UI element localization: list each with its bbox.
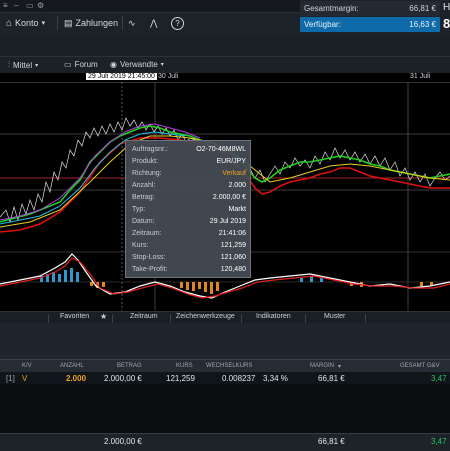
table-footer: 2.000,00 € 66,81 € 3,47 xyxy=(0,433,450,451)
tooltip-row-type: Typ: Markt xyxy=(132,206,246,213)
divider xyxy=(48,314,49,323)
divider xyxy=(122,16,123,30)
konto-label: Konto xyxy=(15,18,39,28)
sort-icon[interactable]: ▾ xyxy=(338,363,341,370)
forum-button[interactable]: ▭ Forum xyxy=(64,60,98,69)
chat-icon: ▭ xyxy=(64,60,72,69)
tooltip-row-quantity: Anzahl: 2.000 xyxy=(132,182,246,189)
divider xyxy=(305,314,306,323)
order-tooltip: Auftragsnr.: O2-70-46M8WL Produkt: EUR/JPY… xyxy=(125,140,251,278)
forum-label: Forum xyxy=(74,60,98,69)
chevron-down-icon: ▾ xyxy=(41,20,46,27)
zahlungen-button[interactable]: ▤ Zahlungen xyxy=(64,15,118,31)
row-exchange-rate: 0.008237 xyxy=(222,374,256,383)
crosshair-date: 29 Juli 2019 21:45:00 xyxy=(86,73,157,80)
tab-indikatoren[interactable]: Indikatoren xyxy=(256,313,291,320)
footer-margin: 66,81 € xyxy=(318,437,345,446)
header-betrag[interactable]: BETRAG xyxy=(117,363,142,369)
positions-table-header: K/V ANZAHL BETRAG KURS WECHSELKURS MARGI… xyxy=(0,359,450,373)
truncated-header-value: 8 xyxy=(443,16,450,31)
mittel-dropdown[interactable]: ⫶ Mittel ▾ xyxy=(8,60,38,70)
top-toolbar: ≡ – ▭ ⚙ ⌂ Konto ▾ ▤ Zahlungen ∿ ⋀ ? Gesa… xyxy=(0,0,450,36)
available-value: 16,63 € xyxy=(409,20,436,29)
konto-button[interactable]: ⌂ Konto ▾ xyxy=(6,15,45,31)
date-label-30: 30 Juli xyxy=(158,73,179,80)
eye-icon: ◉ xyxy=(110,60,117,69)
row-percent: 3,34 % xyxy=(263,374,288,383)
header-kv[interactable]: K/V xyxy=(22,363,32,369)
tag-icon: ⌂ xyxy=(6,17,13,29)
divider xyxy=(112,314,113,323)
menu-grip-icon[interactable]: ≡ xyxy=(3,1,8,10)
minimize-icon[interactable]: – xyxy=(14,1,18,10)
tooltip-row-order: Auftragsnr.: O2-70-46M8WL xyxy=(132,146,246,153)
help-icon: ? xyxy=(171,16,184,30)
verwandte-label: Verwandte xyxy=(119,60,158,69)
row-quantity: 2.000 xyxy=(66,374,87,383)
date-label-31: 31 Juli xyxy=(410,73,431,80)
tooltip-row-rate: Kurs: 121,259 xyxy=(132,242,246,249)
positions-panel-header xyxy=(0,323,450,359)
header-anzahl[interactable]: ANZAHL xyxy=(60,363,84,369)
tooltip-row-amount: Betrag: 2.000,00 € xyxy=(132,194,246,201)
chart-header-area xyxy=(0,36,450,56)
row-index: [1] xyxy=(6,374,15,383)
row-margin: 66,81 € xyxy=(318,374,345,383)
footer-amount: 2.000,00 € xyxy=(104,437,142,446)
chart-pulse-button[interactable]: ∿ xyxy=(128,15,136,31)
available-label: Verfügbar: xyxy=(304,20,341,29)
header-kurs[interactable]: KURS xyxy=(176,363,193,369)
row-pnl: 3,47 xyxy=(431,374,447,383)
total-margin-row: Gesamtmargin: 66,81 € xyxy=(300,1,440,16)
mittel-label: Mittel xyxy=(13,60,33,70)
divider xyxy=(241,314,242,323)
tooltip-row-time: Zeitraum: 21:41:06 xyxy=(132,230,246,237)
margin-summary: Gesamtmargin: 66,81 € Verfügbar: 16,63 € xyxy=(300,0,440,34)
analysis-icon: ⋀ xyxy=(150,17,158,28)
pulse-icon: ∿ xyxy=(128,17,136,28)
row-rate: 121,259 xyxy=(166,374,195,383)
tab-zeitraum[interactable]: Zeitraum xyxy=(130,313,158,320)
total-margin-label: Gesamtmargin: xyxy=(304,4,359,13)
analysis-button[interactable]: ⋀ xyxy=(150,15,157,31)
divider xyxy=(365,314,366,323)
chevron-down-icon: ▾ xyxy=(35,62,39,69)
tooltip-row-product: Produkt: EUR/JPY xyxy=(132,158,246,165)
settings-icon[interactable]: ⚙ xyxy=(37,1,44,10)
payment-icon: ▤ xyxy=(64,17,73,28)
header-gesamt[interactable]: GESAMT G&V xyxy=(400,363,440,369)
window-icon[interactable]: ▭ xyxy=(26,1,34,10)
star-icon[interactable]: ★ xyxy=(100,312,107,321)
tooltip-row-direction: Richtung: Verkauf xyxy=(132,170,246,177)
footer-pnl: 3,47 xyxy=(431,437,447,446)
tooltip-row-stop-loss: Stop-Loss: 121,060 xyxy=(132,254,246,261)
main-toolbar: ⌂ Konto ▾ ▤ Zahlungen ∿ ⋀ ? xyxy=(0,12,300,34)
available-row: Verfügbar: 16,63 € xyxy=(300,17,440,32)
tab-zeichenwerkzeuge[interactable]: Zeichenwerkzeuge xyxy=(176,313,235,320)
row-direction: V xyxy=(22,374,28,383)
table-empty-area xyxy=(0,384,450,433)
truncated-header-label: H xyxy=(443,2,450,13)
bars-icon: ⫶ xyxy=(8,60,10,69)
zahlungen-label: Zahlungen xyxy=(75,18,119,28)
row-amount: 2.000,00 € xyxy=(104,374,142,383)
tooltip-row-take-profit: Take-Profit: 120,480 xyxy=(132,266,246,273)
divider xyxy=(170,314,171,323)
header-wechselkurs[interactable]: WECHSELKURS xyxy=(206,363,252,369)
divider xyxy=(57,16,58,30)
chevron-down-icon: ▾ xyxy=(160,62,164,68)
verwandte-dropdown[interactable]: ◉ Verwandte ▾ xyxy=(110,60,164,69)
chart-subbar: ⫶ Mittel ▾ ▭ Forum ◉ Verwandte ▾ xyxy=(0,56,450,74)
help-button[interactable]: ? xyxy=(171,15,184,31)
tab-favoriten[interactable]: Favoriten xyxy=(60,313,89,320)
header-margin[interactable]: MARGIN xyxy=(310,363,334,369)
tab-muster[interactable]: Muster xyxy=(324,313,345,320)
tooltip-row-date: Datum: 29 Jul 2019 xyxy=(132,218,246,225)
total-margin-value: 66,81 € xyxy=(409,4,436,13)
